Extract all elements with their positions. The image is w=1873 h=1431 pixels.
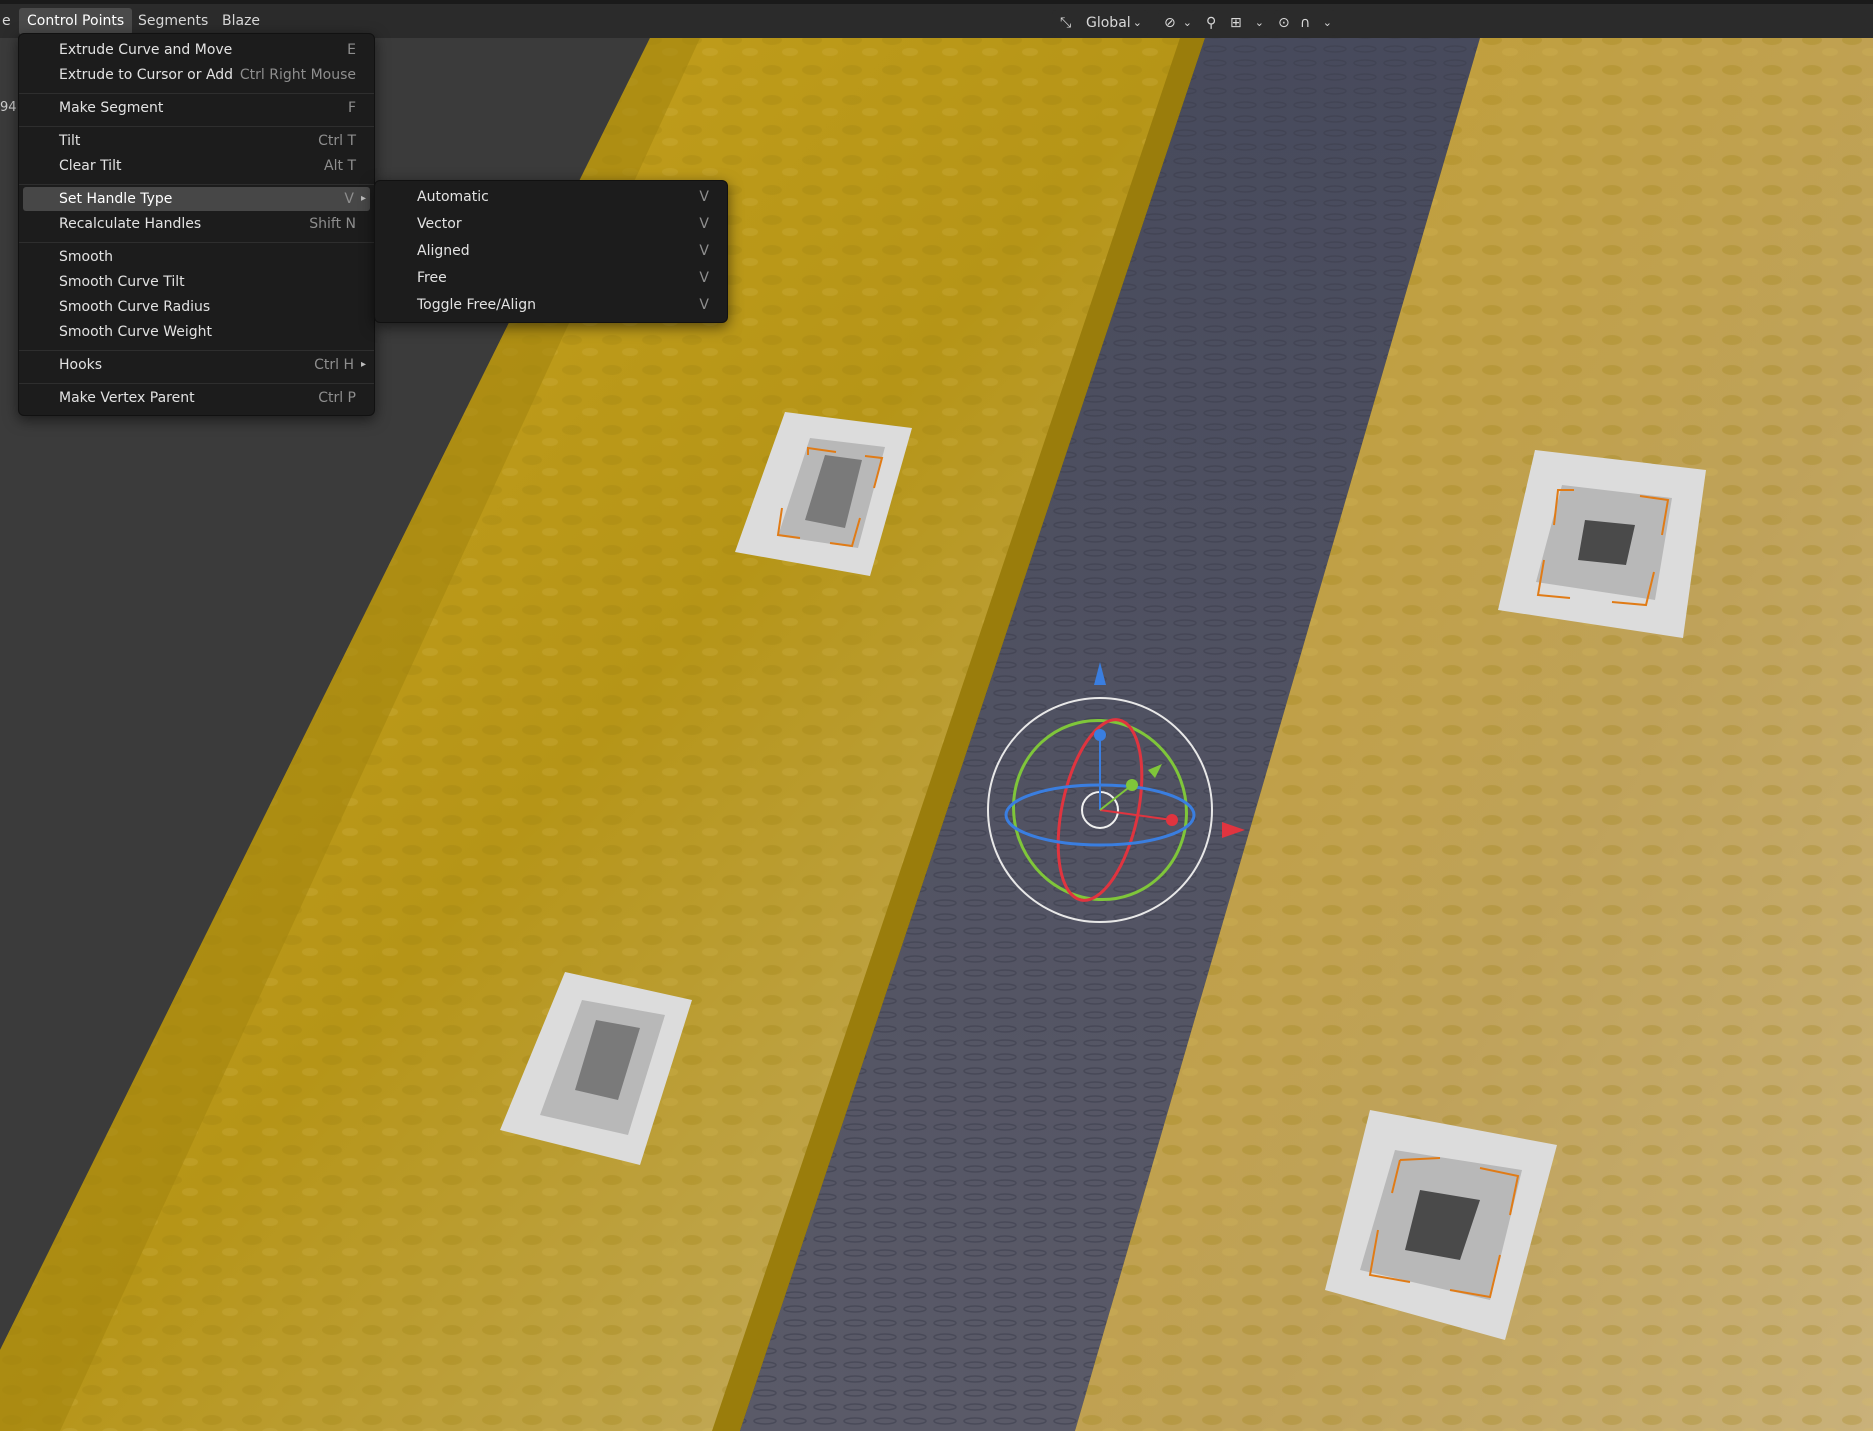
set-handle-type-submenu: Automatic V Vector V Aligned V Free V To… xyxy=(374,180,728,323)
submenu-item-free[interactable]: Free V xyxy=(379,266,723,290)
chevron-down-icon: ⌄ xyxy=(1322,16,1332,29)
submenu-arrow-icon: ▸ xyxy=(360,359,366,370)
menu-separator xyxy=(19,126,374,127)
menu-blaze[interactable]: Blaze xyxy=(214,8,268,35)
falloff-icon[interactable]: ∩ xyxy=(1300,10,1310,36)
chevron-down-icon: ⌄ xyxy=(1182,16,1192,29)
pivot-icon: ⊘ xyxy=(1164,15,1176,31)
menu-item-smooth-curve-radius[interactable]: Smooth Curve Radius xyxy=(23,295,370,319)
menu-item-clear-tilt[interactable]: Clear Tilt Alt T xyxy=(23,154,370,178)
control-points-menu: Extrude Curve and Move E Extrude to Curs… xyxy=(18,33,375,416)
snap-toggle-icon[interactable]: ⚲ xyxy=(1206,10,1216,36)
pivot-point-dropdown[interactable]: ⊘ ⌄ xyxy=(1158,10,1196,36)
orientation-icon: ⤡ xyxy=(1060,15,1072,31)
menu-item-recalculate-handles[interactable]: Recalculate Handles Shift N xyxy=(23,212,370,236)
snapping-controls[interactable]: ⚲ ⊞ ⌄ xyxy=(1202,10,1268,36)
proportional-editing-controls[interactable]: ⊙ ∩ ⌄ xyxy=(1274,10,1336,36)
chevron-down-icon: ⌄ xyxy=(1254,16,1264,29)
orientation-label: Global xyxy=(1086,15,1131,31)
menu-control-points[interactable]: Control Points xyxy=(19,8,133,35)
submenu-item-vector[interactable]: Vector V xyxy=(379,212,723,236)
menu-item-set-handle-type[interactable]: Set Handle Type V ▸ xyxy=(23,187,370,211)
menu-separator xyxy=(19,350,374,351)
menu-separator xyxy=(19,383,374,384)
menu-segments[interactable]: Segments xyxy=(130,8,216,35)
menu-separator xyxy=(19,242,374,243)
transform-orientation-dropdown[interactable]: ⤡ Global ⌄ xyxy=(1052,10,1148,36)
menu-separator xyxy=(19,184,374,185)
menu-item-hooks[interactable]: Hooks Ctrl H ▸ xyxy=(23,353,370,377)
proportional-edit-icon[interactable]: ⊙ xyxy=(1278,10,1290,36)
menu-item-tilt[interactable]: Tilt Ctrl T xyxy=(23,129,370,153)
menu-item-make-segment[interactable]: Make Segment F xyxy=(23,96,370,120)
menu-item-smooth[interactable]: Smooth xyxy=(23,245,370,269)
square-object-3 xyxy=(1498,450,1706,638)
menu-item-extrude-curve-and-move[interactable]: Extrude Curve and Move E xyxy=(23,38,370,62)
submenu-item-automatic[interactable]: Automatic V xyxy=(379,185,723,209)
menu-clipped-label[interactable]: e xyxy=(0,8,19,35)
side-clipped-text: 94 xyxy=(0,100,17,115)
chevron-down-icon: ⌄ xyxy=(1132,16,1142,29)
snap-target-icon[interactable]: ⊞ xyxy=(1230,10,1242,36)
menu-separator xyxy=(19,93,374,94)
menu-item-smooth-curve-tilt[interactable]: Smooth Curve Tilt xyxy=(23,270,370,294)
menu-item-extrude-to-cursor[interactable]: Extrude to Cursor or Add Ctrl Right Mous… xyxy=(23,63,370,87)
submenu-arrow-icon: ▸ xyxy=(360,193,366,204)
submenu-item-toggle-free-align[interactable]: Toggle Free/Align V xyxy=(379,293,723,317)
submenu-item-aligned[interactable]: Aligned V xyxy=(379,239,723,263)
menu-item-make-vertex-parent[interactable]: Make Vertex Parent Ctrl P xyxy=(23,386,370,410)
menu-item-smooth-curve-weight[interactable]: Smooth Curve Weight xyxy=(23,320,370,344)
